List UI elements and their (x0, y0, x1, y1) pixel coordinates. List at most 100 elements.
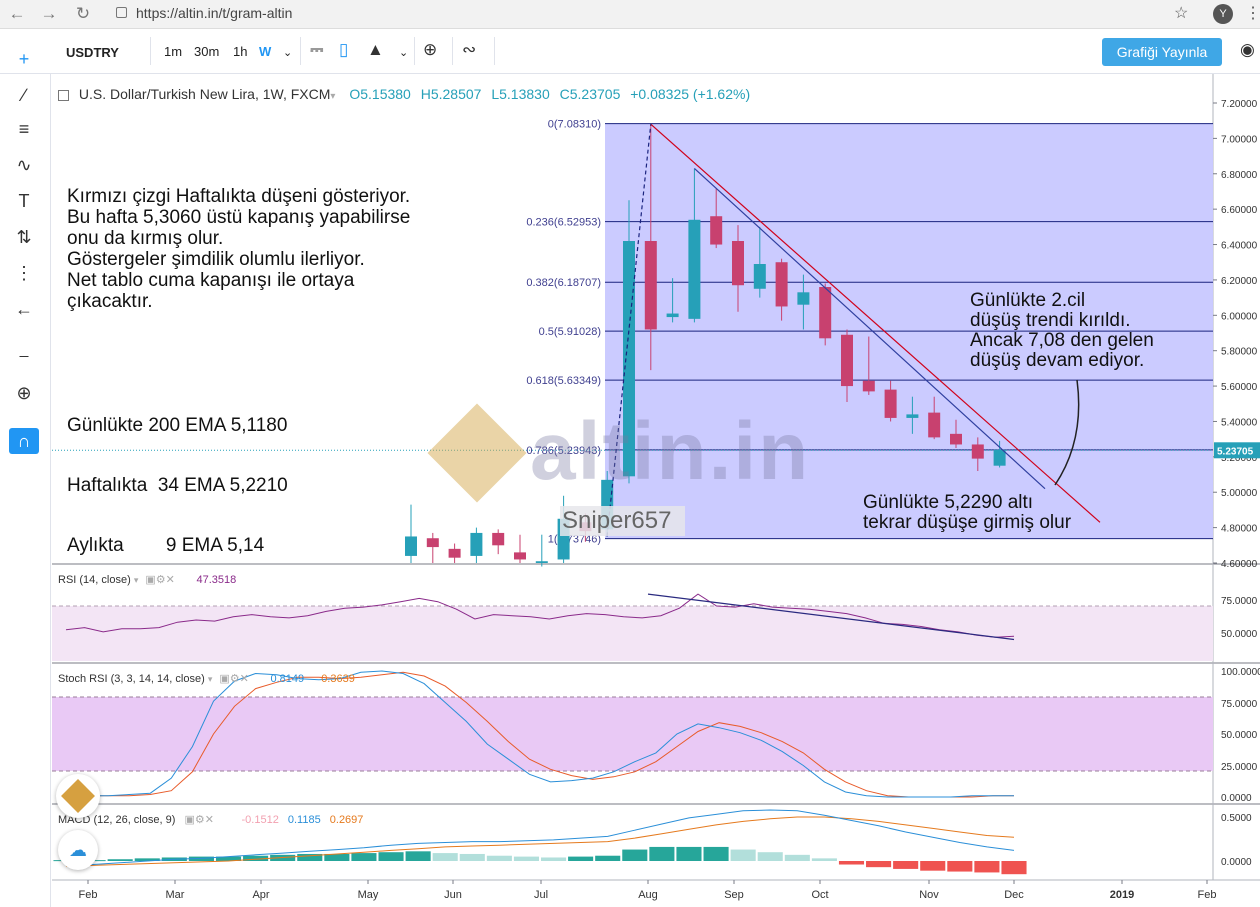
candle-body (797, 292, 810, 305)
brush-icon[interactable]: ∿ (9, 152, 39, 178)
macd-histogram-bar (134, 858, 160, 861)
rsi-line (65, 593, 1015, 638)
rsi-label: RSI (14, close) (58, 574, 131, 586)
macd-histogram-bar (703, 846, 729, 861)
macd-histogram-bar (838, 861, 865, 865)
area-style-icon[interactable]: ▲ (367, 40, 384, 60)
stoch-d-line (66, 671, 1014, 798)
back-arrow-icon[interactable]: ← (9, 296, 39, 322)
annotation-line: Kırmızı çizgi Haftalıkta düşeni gösteriy… (67, 186, 411, 207)
chart-legend: U.S. Dollar/Turkish New Lira, 1W, FXCM▾ … (58, 86, 750, 102)
publish-chart-button[interactable]: Grafiği Yayınla (1102, 38, 1222, 66)
fib-retracement-icon[interactable]: ≡ (9, 116, 39, 142)
annotation-line: Aylıkta 9 EMA 5,14 (67, 535, 265, 556)
annotation-line: düşüş trendi kırıldı. (970, 310, 1131, 331)
interval-1m-button[interactable]: 1m (164, 44, 182, 59)
site-logo-button[interactable] (56, 774, 100, 818)
indicator-settings-icons[interactable]: ▣⚙✕ (219, 672, 267, 685)
macd-histogram-bar (595, 855, 621, 861)
annotation-line: çıkacaktır. (67, 291, 153, 312)
candle-body (535, 561, 548, 563)
watermark-logo: altin.in (530, 406, 811, 497)
symbol-search[interactable]: USDTRY (66, 45, 119, 60)
interval-30m-button[interactable]: 30m (194, 44, 219, 59)
macd-histogram-bar (215, 856, 242, 861)
toolbar-divider (414, 37, 415, 65)
macd-histogram-bar (568, 856, 594, 861)
candle-body (666, 313, 679, 318)
author-label: Sniper657 (560, 506, 686, 536)
interval-1h-button[interactable]: 1h (233, 44, 247, 59)
candle-body (644, 241, 657, 330)
fib-level-label: 0.618(5.63349) (526, 375, 601, 387)
time-axis-label: Aug (638, 889, 658, 901)
time-axis-label: Oct (811, 889, 828, 901)
candle-body (884, 389, 897, 418)
macd-line-value: 0.1185 (287, 814, 321, 826)
time-axis-label: Jun (444, 889, 462, 901)
add-indicator-icon[interactable]: ⊕ (423, 40, 437, 60)
indicator-settings-icons[interactable]: ▣⚙✕ (145, 573, 193, 586)
collapse-icon[interactable] (58, 89, 69, 101)
indicator-axis-label: 50.0000 (1221, 629, 1258, 640)
snapshot-camera-icon[interactable]: ◉ (1240, 40, 1255, 60)
toolbar-divider (452, 37, 453, 65)
candle-body (710, 216, 723, 245)
time-axis-label: Feb (1198, 889, 1217, 901)
annotation-line: Bu hafta 5,3060 üstü kapanış yapabilirse (67, 207, 411, 228)
bar-style-icon[interactable]: ⎓ (310, 40, 324, 60)
candle-style-icon[interactable]: ▯ (339, 40, 348, 60)
macd-histogram-bar (676, 846, 702, 861)
indicator-axis-label: 25.0000 (1221, 762, 1258, 773)
fib-level-label: 0(7.08310) (548, 119, 601, 131)
macd-histogram-bar (243, 855, 269, 861)
macd-legend: MACD (12, 26, close, 9) ▣⚙✕ -0.1512 0.11… (58, 813, 363, 826)
compare-icon[interactable]: ∾ (462, 40, 476, 60)
chart-style-dropdown-icon[interactable]: ⌄ (399, 46, 408, 59)
text-tool-icon[interactable]: T (9, 188, 39, 214)
back-icon[interactable]: ← (6, 3, 28, 25)
interval-dropdown-icon[interactable]: ⌄ (283, 46, 292, 59)
macd-histogram-bar (486, 855, 512, 861)
macd-histogram-bar (893, 861, 919, 869)
macd-histogram-bar (351, 853, 377, 861)
legend-open: O5.15380 (349, 86, 411, 102)
macd-histogram-bar (161, 857, 187, 861)
rsi-trend-line (647, 593, 1015, 641)
fib-level-label: 0.5(5.91028) (539, 326, 601, 338)
prediction-icon[interactable]: ⋮ (9, 260, 39, 286)
trend-line-icon[interactable]: ∕ (9, 82, 39, 108)
indicator-axis-label: 100.0000 (1221, 667, 1260, 678)
magnet-icon[interactable]: ∩ (9, 428, 39, 454)
browser-menu-icon[interactable]: ⋮ (1245, 3, 1260, 23)
macd-signal-value: 0.2697 (329, 814, 364, 826)
time-axis-label: 2019 (1110, 889, 1134, 901)
indicator-axis-label: 75.0000 (1221, 596, 1258, 607)
candle-body (819, 287, 832, 339)
indicator-axis-label: 50.0000 (1221, 730, 1258, 741)
macd-histogram-bar (730, 849, 756, 861)
ruler-icon[interactable]: ⎯ (9, 342, 39, 368)
price-axis-label: 5.60000 (1221, 382, 1258, 393)
cloud-save-icon[interactable]: ☁ (58, 830, 98, 870)
time-axis-label: Jul (534, 889, 548, 901)
address-bar[interactable]: https://altin.in/t/gram-altin (136, 5, 292, 21)
reload-icon[interactable]: ↻ (72, 3, 94, 25)
indicator-axis-label: 0.5000 (1221, 813, 1252, 824)
macd-histogram-bar (324, 853, 350, 861)
interval-w-button[interactable]: W (259, 44, 271, 59)
zoom-in-icon[interactable]: ⊕ (9, 380, 39, 406)
indicator-settings-icons[interactable]: ▣⚙✕ (184, 813, 238, 826)
rsi-band (52, 606, 1213, 661)
pattern-icon[interactable]: ⇅ (9, 224, 39, 250)
annotation-line: düşüş devam ediyor. (970, 350, 1145, 371)
macd-histogram-bar (513, 856, 539, 861)
crosshair-icon[interactable]: + (9, 46, 39, 72)
candle-body (492, 532, 505, 546)
legend-title: U.S. Dollar/Turkish New Lira, 1W, FXCM (78, 86, 331, 102)
forward-icon[interactable]: → (38, 3, 60, 25)
annotation-line: onu da kırmış olur. (67, 228, 224, 249)
bookmark-star-icon[interactable]: ☆ (1174, 3, 1188, 23)
candle-body (971, 444, 984, 459)
profile-avatar[interactable]: Y (1213, 4, 1233, 24)
